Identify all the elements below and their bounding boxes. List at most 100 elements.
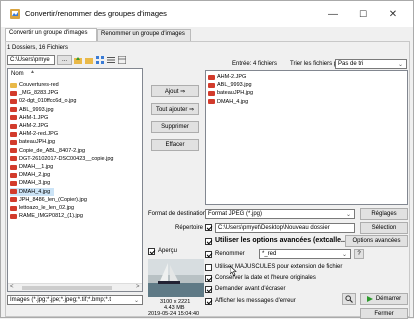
- source-file-name: ABL_9993.jpg: [19, 106, 54, 113]
- scroll-left-icon[interactable]: <: [10, 284, 14, 290]
- source-file-row[interactable]: Copie_de_ABL_8407-2.jpg: [10, 147, 85, 155]
- rename-checkbox[interactable]: [205, 251, 212, 258]
- source-file-name: DMAH_2.jpg: [19, 172, 51, 179]
- source-file-row[interactable]: _MG_8283.JPG: [10, 89, 58, 97]
- image-file-icon: [10, 90, 17, 96]
- scroll-thumb[interactable]: [22, 286, 112, 290]
- source-file-row[interactable]: Couvertures-red: [10, 81, 59, 89]
- destination-file-row[interactable]: DMAH_4.jpg: [208, 98, 248, 106]
- advanced-options-button[interactable]: Options avancées: [345, 235, 408, 247]
- remove-button[interactable]: Supprimer: [151, 121, 199, 133]
- settings-button[interactable]: Réglages: [360, 208, 408, 220]
- format-label: Format de destination: [148, 211, 207, 217]
- maximize-button[interactable]: ☐: [349, 4, 377, 24]
- uppercase-extension-checkbox[interactable]: [205, 264, 212, 271]
- source-file-name: bateauJPH.jpg: [19, 139, 56, 146]
- destination-file-list[interactable]: AHM-2.JPG ABL_9993.jpg bateauJPH.jpg DMAH_4…: [205, 70, 408, 205]
- main-panel: 1 Dossiers, 16 Fichiers C:\Users\pmye ..…: [5, 41, 410, 319]
- close-button[interactable]: ✕: [379, 4, 407, 24]
- folder-checkbox[interactable]: [205, 224, 212, 231]
- path-field[interactable]: C:\Users\pmye: [7, 55, 55, 65]
- image-file-icon: [10, 98, 17, 104]
- destination-file-row[interactable]: AHM-2.JPG: [208, 73, 246, 81]
- folder-summary: 1 Dossiers, 16 Fichiers: [7, 45, 69, 51]
- destination-file-name: AHM-2.JPG: [217, 74, 247, 80]
- format-select[interactable]: Format JPEG (*.jpg) ⌄: [205, 209, 355, 219]
- source-file-name: _MG_8283.JPG: [19, 90, 59, 97]
- play-icon: [366, 296, 373, 302]
- destination-file-name: ABL_9993.jpg: [217, 82, 252, 89]
- show-errors-checkbox[interactable]: [205, 298, 212, 305]
- source-file-row[interactable]: bateauJPH.jpg: [10, 138, 55, 146]
- horizontal-scrollbar[interactable]: < >: [8, 283, 142, 291]
- source-file-row[interactable]: AHM-2-red.JPG: [10, 130, 58, 138]
- start-button[interactable]: Démarrer: [360, 293, 408, 305]
- clear-button[interactable]: Effacer: [151, 139, 199, 151]
- close-dialog-button[interactable]: Fermer: [360, 308, 408, 319]
- rename-pattern-field[interactable]: *_red ⌄: [259, 249, 351, 259]
- folder-path-field[interactable]: C:\Users\pmyet\Desktop\Nouveau dossier: [215, 223, 355, 233]
- app-icon: [10, 9, 20, 19]
- advanced-options-label: Utiliser les options avancées (extcalle.…: [215, 237, 347, 244]
- scroll-right-icon[interactable]: >: [136, 284, 140, 290]
- ask-overwrite-label: Demander avant d'écraser: [215, 286, 286, 292]
- image-file-icon: [10, 164, 17, 170]
- source-file-row[interactable]: DMAH_4.jpg: [10, 187, 55, 196]
- source-file-row[interactable]: 02-dgt_010ffcc6d_o.jpg: [10, 97, 76, 105]
- rename-pattern-value: *_red: [262, 251, 277, 257]
- add-all-button[interactable]: Tout ajouter ⇒: [151, 103, 199, 115]
- file-type-filter[interactable]: Images (*.jpg;*.jpe;*.jpeg;*.tif;*.bmp;*…: [7, 295, 143, 305]
- source-file-row[interactable]: ABL_9993.jpg: [10, 106, 54, 114]
- source-file-row[interactable]: RAME_IMGP0812_(1).jpg: [10, 212, 83, 220]
- source-file-row[interactable]: lettoazo_le_len_02.jpg: [10, 204, 74, 212]
- list-header-name[interactable]: Nom: [11, 71, 24, 77]
- folder-label: Répertoire: [175, 225, 204, 231]
- image-file-icon: [208, 90, 215, 96]
- keep-date-label: Conserver la date et l'heure originales: [215, 275, 316, 281]
- magnifier-icon: [345, 295, 353, 303]
- advanced-options-checkbox[interactable]: [205, 238, 212, 245]
- sort-select[interactable]: Pas de tri ⌄: [335, 59, 407, 69]
- chevron-down-icon: ⌄: [133, 298, 139, 304]
- source-file-row[interactable]: JPH_8486_len_(Copier).jpg: [10, 196, 87, 204]
- list-view-icon[interactable]: [107, 56, 115, 64]
- source-file-name: DMAH__1.jpg: [19, 164, 54, 170]
- source-file-list[interactable]: Nom ▲ Couvertures-red _MG_8283.JPG 02-dgt_…: [7, 68, 143, 292]
- minimize-button[interactable]: —: [319, 4, 347, 24]
- chevron-down-icon: ⌄: [341, 252, 347, 258]
- destination-file-row[interactable]: ABL_9993.jpg: [208, 81, 252, 89]
- rename-help-button[interactable]: ?: [354, 249, 364, 259]
- keep-date-checkbox[interactable]: [205, 275, 212, 282]
- folder-up-icon[interactable]: [74, 56, 82, 64]
- destination-file-row[interactable]: bateauJPH.jpg: [208, 89, 253, 97]
- search-button[interactable]: [342, 293, 356, 305]
- source-file-row[interactable]: AHM-1.JPG: [10, 114, 48, 122]
- browse-button[interactable]: ...: [57, 55, 72, 65]
- image-date: 2019-05-24 15:04:40: [148, 311, 200, 317]
- image-file-icon: [10, 189, 17, 195]
- tab-rename[interactable]: Renommer un groupe d'images: [97, 29, 191, 41]
- source-file-row[interactable]: DMAH_2.jpg: [10, 171, 50, 179]
- source-file-name: lettoazo_le_len_02.jpg: [19, 205, 75, 211]
- thumbnail-view-icon[interactable]: [96, 56, 104, 64]
- preview-label: Aperçu: [158, 248, 178, 254]
- preview-image: [148, 259, 204, 297]
- image-file-icon: [208, 99, 215, 105]
- select-folder-button[interactable]: Sélection: [360, 222, 408, 234]
- source-file-name: RAME_IMGP0812_(1).jpg: [19, 213, 83, 220]
- source-file-name: Copie_de_ABL_8407-2.jpg: [19, 147, 86, 154]
- source-file-row[interactable]: AHM-2.JPG: [10, 122, 48, 130]
- image-file-icon: [10, 131, 17, 137]
- home-folder-icon[interactable]: [85, 56, 93, 64]
- preview-checkbox[interactable]: [148, 248, 155, 255]
- source-file-row[interactable]: DMAH_3.jpg: [10, 179, 50, 187]
- source-file-row[interactable]: DMAH__1.jpg: [10, 163, 53, 171]
- add-button[interactable]: Ajout ⇒: [151, 85, 199, 97]
- window-title: Convertir/renommer des groupes d'images: [25, 9, 167, 18]
- image-file-icon: [10, 107, 17, 113]
- chevron-down-icon: ⌄: [345, 212, 351, 218]
- source-file-row[interactable]: DGT-26102017-DSC00423__copie.jpg: [10, 155, 113, 163]
- ask-overwrite-checkbox[interactable]: [205, 286, 212, 293]
- details-view-icon[interactable]: [118, 56, 126, 64]
- tab-convert[interactable]: Convertir un groupe d'images: [5, 28, 97, 41]
